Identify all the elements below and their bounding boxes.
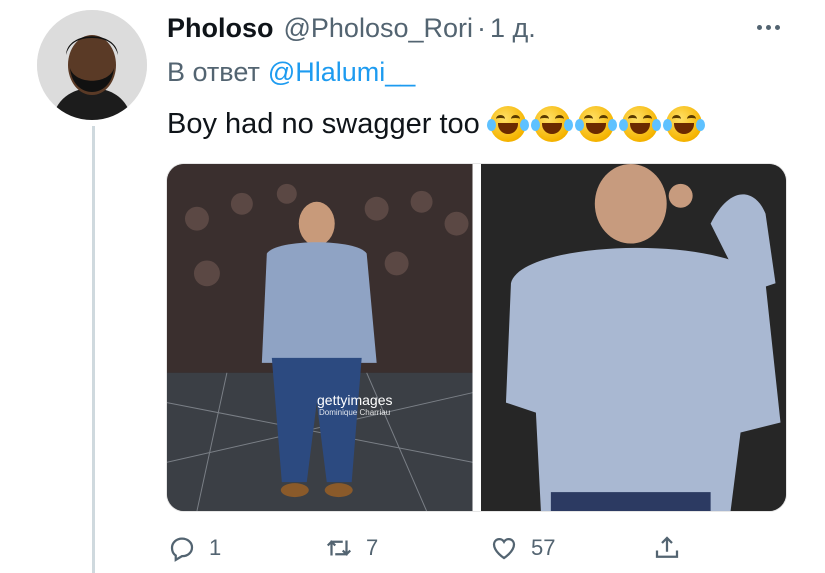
- retweet-icon: [326, 540, 352, 556]
- reply-icon: [170, 537, 194, 562]
- getty-watermark: gettyimages Dominique Charriau: [317, 392, 392, 417]
- media-photo-right[interactable]: [480, 164, 786, 511]
- reply-context: В ответ @Hlalumi__: [167, 57, 415, 88]
- display-name[interactable]: Pholoso: [167, 13, 274, 44]
- user-handle[interactable]: @Pholoso_Rori: [284, 13, 474, 44]
- media-photo-left[interactable]: gettyimages Dominique Charriau: [167, 164, 473, 511]
- like-button[interactable]: 57: [489, 531, 555, 565]
- reply-count: 1: [209, 535, 222, 560]
- retweet-count: 7: [366, 535, 379, 560]
- tweet-header: Pholoso @Pholoso_Rori · 1 д.: [167, 10, 536, 46]
- tweet-body: Boy had no swagger too: [167, 107, 480, 140]
- tweet-text: Boy had no swagger too: [167, 106, 705, 142]
- joy-emoji: [530, 106, 573, 142]
- share-icon: [655, 536, 679, 558]
- watermark-credit: Dominique Charriau: [319, 408, 391, 417]
- header-separator: ·: [477, 12, 487, 43]
- tweet-actions: 1 7 57: [167, 531, 727, 565]
- emoji-row: [486, 106, 705, 142]
- reply-prefix: В ответ: [167, 57, 260, 87]
- joy-emoji: [486, 106, 529, 142]
- share-button[interactable]: [652, 531, 682, 565]
- retweet-button[interactable]: 7: [324, 531, 378, 565]
- thread-connector-line: [92, 126, 95, 573]
- avatar[interactable]: [37, 10, 147, 120]
- tweet-timestamp[interactable]: 1 д.: [490, 13, 536, 44]
- like-count: 57: [531, 535, 556, 560]
- joy-emoji: [662, 106, 705, 142]
- media-grid: gettyimages Dominique Charriau: [166, 163, 787, 512]
- more-horizontal-icon[interactable]: [750, 15, 786, 39]
- joy-emoji: [574, 106, 617, 142]
- joy-emoji: [618, 106, 661, 142]
- reply-button[interactable]: 1: [167, 531, 221, 565]
- watermark-text: gettyimages: [317, 392, 393, 408]
- reply-mention-link[interactable]: @Hlalumi__: [268, 57, 415, 87]
- like-icon: [492, 537, 516, 560]
